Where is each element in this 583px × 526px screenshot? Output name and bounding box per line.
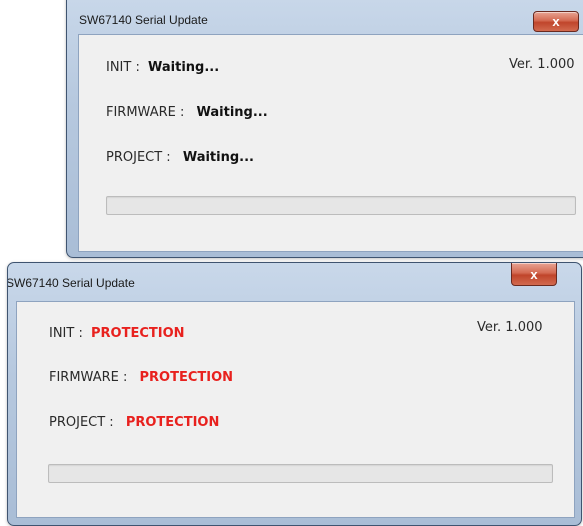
firmware-status-row: FIRMWARE : Waiting... xyxy=(106,105,268,120)
window-title: SW67140 Serial Update xyxy=(7,276,135,290)
firmware-label: FIRMWARE : xyxy=(106,105,185,120)
firmware-status-value: PROTECTION xyxy=(139,370,234,385)
title-bar[interactable]: SW67140 Serial Update x xyxy=(8,263,581,299)
project-status-value: PROTECTION xyxy=(125,415,220,430)
project-status-value: Waiting... xyxy=(182,150,254,165)
project-status-row: PROJECT : Waiting... xyxy=(106,150,254,165)
serial-update-window-protection: SW67140 Serial Update x Ver. 1.000 INIT … xyxy=(7,262,582,526)
firmware-label: FIRMWARE : xyxy=(49,370,128,385)
serial-update-window-waiting: SW67140 Serial Update x Ver. 1.000 INIT … xyxy=(66,0,583,258)
project-label: PROJECT : xyxy=(49,415,114,430)
client-area: Ver. 1.000 INIT : PROTECTION FIRMWARE : … xyxy=(16,301,575,518)
title-bar[interactable]: SW67140 Serial Update x xyxy=(67,1,583,34)
init-status-row: INIT : PROTECTION xyxy=(49,326,185,341)
close-button[interactable]: x xyxy=(533,11,579,32)
firmware-status-value: Waiting... xyxy=(196,105,268,120)
init-status-row: INIT : Waiting... xyxy=(106,60,219,75)
client-area: Ver. 1.000 INIT : Waiting... FIRMWARE : … xyxy=(78,34,583,252)
project-label: PROJECT : xyxy=(106,150,171,165)
init-label: INIT : xyxy=(106,60,140,75)
version-label: Ver. 1.000 xyxy=(477,320,543,335)
init-status-value: PROTECTION xyxy=(91,326,185,341)
progress-bar xyxy=(106,196,576,215)
firmware-status-row: FIRMWARE : PROTECTION xyxy=(49,370,233,385)
init-label: INIT : xyxy=(49,326,83,341)
close-icon: x xyxy=(530,266,538,282)
window-title: SW67140 Serial Update xyxy=(79,13,208,27)
close-icon: x xyxy=(552,14,560,29)
progress-bar xyxy=(48,464,553,483)
init-status-value: Waiting... xyxy=(148,60,220,75)
project-status-row: PROJECT : PROTECTION xyxy=(49,415,219,430)
close-button[interactable]: x xyxy=(511,263,557,286)
version-label: Ver. 1.000 xyxy=(509,57,575,72)
